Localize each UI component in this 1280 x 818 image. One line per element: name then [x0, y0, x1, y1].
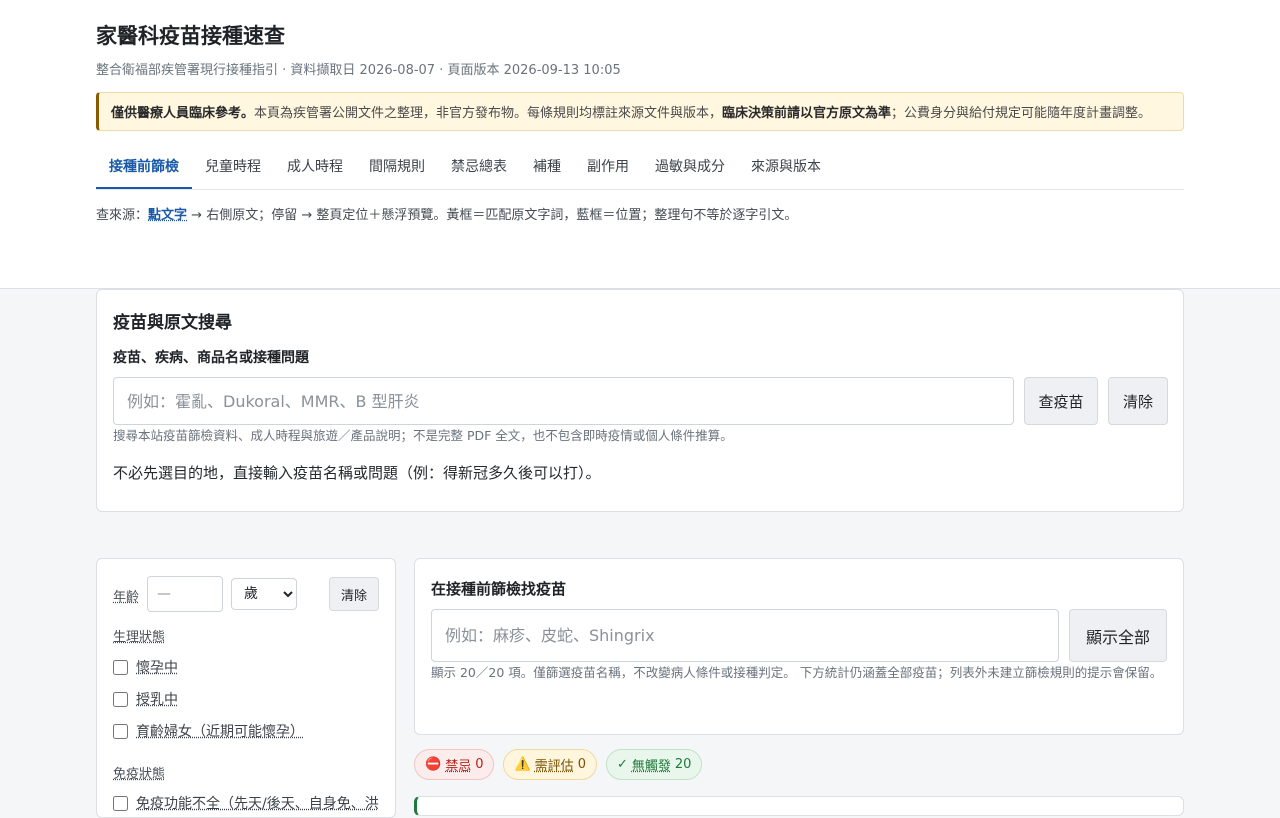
checkbox-breastfeeding[interactable]: 授乳中 — [113, 689, 178, 709]
tab-sources-versions[interactable]: 來源與版本 — [738, 146, 834, 189]
badge-contraindicated-label: 禁忌 — [445, 759, 472, 774]
search-heading: 疫苗與原文搜尋 — [113, 313, 232, 333]
screening-search-card: 在接種前篩檢找疫苗 顯示全部 顯示 20／20 項。僅篩選疫苗名稱，不改變病人條… — [414, 558, 1184, 735]
result-badges: ⛔ 禁忌 0 ⚠️ 需評估 0 ✓ 無觸發 20 — [414, 749, 703, 780]
source-hint: 查來源：點文字 → 右側原文；停留 → 整頁定位＋懸浮預覽。黃框＝匹配原文字詞，… — [96, 204, 1184, 223]
badge-no-trigger-label: 無觸發 — [631, 759, 671, 774]
hint-suffix: → 右側原文；停留 → 整頁定位＋懸浮預覽。黃框＝匹配原文字詞，藍框＝位置；整理… — [187, 208, 798, 223]
vaccine-search-input[interactable] — [113, 377, 1014, 425]
no-entry-icon: ⛔ — [425, 757, 442, 772]
vaccine-list-card — [414, 796, 1184, 816]
immunocompromised-checkbox[interactable] — [113, 795, 128, 811]
screening-note: 顯示 20／20 項。僅篩選疫苗名稱，不改變病人條件或接種判定。 下方統計仍涵蓋… — [431, 665, 1163, 680]
show-all-button[interactable]: 顯示全部 — [1069, 609, 1167, 662]
page-subtitle: 整合衛福部疾管署現行接種指引 · 資料擷取日 2026-08-07 · 頁面版本… — [96, 63, 621, 78]
tab-contraindications[interactable]: 禁忌總表 — [438, 146, 520, 189]
age-input[interactable] — [147, 576, 223, 612]
badge-no-trigger-count: 20 — [674, 757, 692, 772]
disclaimer-notice: 僅供醫療人員臨床參考。 本頁為疾管署公開文件之整理，非官方發布物。每條規則均標註來… — [96, 92, 1184, 131]
tab-side-effects[interactable]: 副作用 — [574, 146, 642, 189]
childbearing-checkbox[interactable] — [113, 723, 128, 739]
physio-label: 生理狀態 — [113, 630, 166, 645]
search-label: 疫苗、疾病、商品名或接種問題 — [113, 350, 309, 366]
age-unit-select[interactable]: 歲 — [231, 578, 297, 610]
badge-needs-assessment[interactable]: ⚠️ 需評估 0 — [503, 749, 597, 780]
warning-icon: ⚠️ — [514, 757, 531, 772]
search-note: 搜尋本站疫苗篩檢資料、成人時程與旅遊／產品說明；不是完整 PDF 全文，也不包含… — [113, 428, 733, 443]
breastfeeding-label: 授乳中 — [136, 692, 178, 708]
notice-text: 本頁為疾管署公開文件之整理，非官方發布物。每條規則均標註來源文件與版本， — [254, 106, 723, 121]
badge-needs-assessment-count: 0 — [577, 757, 586, 772]
breastfeeding-checkbox[interactable] — [113, 691, 128, 707]
tab-child-schedule[interactable]: 兒童時程 — [192, 146, 274, 189]
childbearing-label: 育齡婦女（近期可能懷孕） — [136, 724, 304, 740]
notice-text-tail: ；公費身分與給付規定可能隨年度計畫調整。 — [891, 106, 1152, 121]
patient-filter-card: 年齡 歲 清除 生理狀態 懷孕中 授乳中 育齡婦女（近期可能懷孕） 免疫狀態 免… — [96, 558, 396, 818]
screening-search-input[interactable] — [431, 609, 1059, 662]
vaccine-search-card: 疫苗與原文搜尋 疫苗、疾病、商品名或接種問題 查疫苗 清除 搜尋本站疫苗篩檢資料… — [96, 289, 1184, 512]
check-icon: ✓ — [616, 757, 628, 772]
hint-link[interactable]: 點文字 — [148, 208, 187, 223]
search-clear-button[interactable]: 清除 — [1108, 377, 1168, 425]
age-label: 年齡 — [113, 590, 140, 605]
badge-contraindicated-count: 0 — [475, 757, 484, 772]
immune-label: 免疫狀態 — [113, 767, 166, 782]
notice-bold-emphasis: 臨床決策前請以官方原文為準 — [722, 106, 892, 121]
checkbox-childbearing[interactable]: 育齡婦女（近期可能懷孕） — [113, 721, 304, 741]
notice-bold-lead: 僅供醫療人員臨床參考。 — [111, 106, 255, 121]
search-tip: 不必先選目的地，直接輸入疫苗名稱或問題（例：得新冠多久後可以打）。 — [113, 464, 601, 482]
filter-clear-button[interactable]: 清除 — [329, 577, 379, 611]
badge-contraindicated[interactable]: ⛔ 禁忌 0 — [414, 749, 495, 780]
immunocompromised-label: 免疫功能不全（先天/後天、自身免、洪 — [136, 796, 379, 812]
page-title: 家醫科疫苗接種速查 — [96, 24, 285, 48]
screening-heading: 在接種前篩檢找疫苗 — [431, 580, 567, 598]
hint-prefix: 查來源： — [96, 208, 149, 223]
page-header: 家醫科疫苗接種速查 整合衛福部疾管署現行接種指引 · 資料擷取日 2026-08… — [0, 0, 1280, 289]
pregnant-label: 懷孕中 — [136, 660, 178, 676]
main-tabs: 接種前篩檢 兒童時程 成人時程 間隔規則 禁忌總表 補種 副作用 過敏與成分 來… — [96, 146, 1184, 190]
tab-interval-rules[interactable]: 間隔規則 — [356, 146, 438, 189]
tab-screening[interactable]: 接種前篩檢 — [96, 146, 192, 189]
badge-needs-assessment-label: 需評估 — [534, 759, 574, 774]
checkbox-immunocompromised[interactable]: 免疫功能不全（先天/後天、自身免、洪 — [113, 793, 379, 813]
checkbox-pregnant[interactable]: 懷孕中 — [113, 657, 178, 677]
pregnant-checkbox[interactable] — [113, 659, 128, 675]
badge-no-trigger[interactable]: ✓ 無觸發 20 — [605, 749, 703, 780]
search-vaccine-button[interactable]: 查疫苗 — [1024, 377, 1098, 425]
tab-allergy-ingredients[interactable]: 過敏與成分 — [642, 146, 738, 189]
tab-catch-up[interactable]: 補種 — [520, 146, 574, 189]
tab-adult-schedule[interactable]: 成人時程 — [274, 146, 356, 189]
